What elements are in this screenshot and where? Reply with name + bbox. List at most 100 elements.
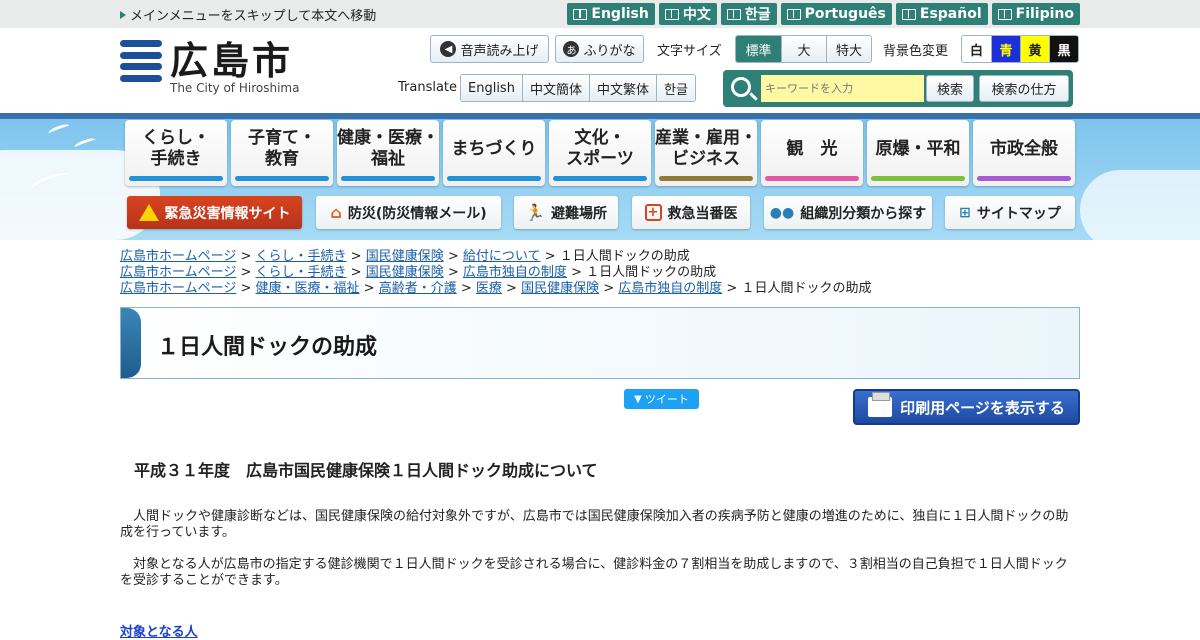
twitter-bird-icon: ▼ (634, 393, 642, 405)
breadcrumb-link[interactable]: 医療 (476, 281, 502, 296)
voice-label: 音声読み上げ (460, 43, 539, 59)
translate-english[interactable]: English (461, 75, 522, 101)
breadcrumb-link[interactable]: 広島市ホームページ (120, 281, 236, 296)
breadcrumb-link[interactable]: 高齢者・介護 (379, 281, 457, 296)
breadcrumb-link[interactable]: 広島市ホームページ (120, 265, 236, 280)
nav-color-bar (977, 176, 1071, 181)
speaker-icon: ◀ (440, 41, 457, 57)
nav-sangyo[interactable]: 産業・雇用・ ビジネス (655, 120, 757, 186)
soshiki-label: 組織別分類から探す (800, 205, 927, 222)
book-icon (573, 8, 588, 20)
printer-icon (868, 392, 893, 417)
nav-color-bar (765, 176, 859, 181)
translate-zh-simplified[interactable]: 中文簡体 (521, 75, 589, 101)
page-title: １日人間ドックの助成 (157, 335, 378, 360)
breadcrumb-current: １日人間ドックの助成 (559, 249, 690, 264)
breadcrumb-row: 広島市ホームページ > 健康・医療・福祉 > 高齢者・介護 > 医療 > 国民健… (120, 281, 872, 296)
breadcrumb-link[interactable]: 健康・医療・福祉 (256, 281, 360, 296)
font-size-label: 文字サイズ (657, 44, 722, 59)
bg-white[interactable]: 白 (962, 36, 991, 62)
font-size-large[interactable]: 大 (781, 36, 826, 62)
org-search-button[interactable]: ●● 組織別分類から探す (764, 196, 932, 229)
nav-color-bar (447, 176, 541, 181)
bousai-label: 防災(防災情報メール) (347, 205, 487, 222)
nav-heiwa[interactable]: 原爆・平和 (867, 120, 969, 186)
breadcrumb-link[interactable]: 広島市独自の制度 (618, 281, 722, 296)
site-logo[interactable]: 広島市 (120, 40, 293, 82)
furigana-button[interactable]: あふりがな (555, 35, 644, 63)
nav-color-bar (235, 176, 329, 181)
bg-black[interactable]: 黒 (1049, 36, 1078, 62)
translate-korean[interactable]: 한글 (655, 75, 695, 101)
lang-label: Filipino (1015, 6, 1074, 22)
print-page-button[interactable]: 印刷用ページを表示する (853, 389, 1080, 425)
nav-kurashi[interactable]: くらし・ 手続き (125, 120, 227, 186)
lang-filipino[interactable]: Filipino (991, 3, 1080, 25)
tweet-button[interactable]: ▼ ツイート (624, 389, 699, 409)
breadcrumb-link[interactable]: くらし・手続き (256, 265, 347, 280)
nav-label: 市政全般 (990, 138, 1058, 159)
breadcrumb-link[interactable]: くらし・手続き (256, 249, 347, 264)
nav-kanko[interactable]: 観 光 (761, 120, 863, 186)
skip-link-label: メインメニューをスキップして本文へ移動 (130, 9, 377, 24)
skip-link[interactable]: メインメニューをスキップして本文へ移動 (120, 5, 376, 24)
voice-readout-button[interactable]: ◀ 音声読み上げ (430, 35, 549, 63)
nav-machizukuri[interactable]: まちづくり (443, 120, 545, 186)
lang-spanish[interactable]: Español (895, 3, 988, 25)
nav-bunka[interactable]: 文化・ スポーツ (549, 120, 651, 186)
translate-selector: English 中文簡体 中文繁体 한글 (460, 74, 696, 102)
warning-icon (138, 204, 159, 221)
lang-portuguese[interactable]: Português (780, 3, 892, 25)
nav-kosodate[interactable]: 子育て・ 教育 (231, 120, 333, 186)
breadcrumb-link[interactable]: 国民健康保険 (521, 281, 599, 296)
hiragana-a-icon: あ (563, 41, 580, 57)
running-person-icon: 🏃 (525, 203, 545, 222)
book-icon (997, 8, 1012, 20)
translate-zh-traditional[interactable]: 中文繁体 (588, 75, 656, 101)
emergency-info-button[interactable]: 緊急災害情報サイト (127, 196, 302, 229)
sitemap-icon: ⊞ (959, 204, 971, 221)
search-button[interactable]: 検索 (926, 75, 974, 102)
evacuation-button[interactable]: 🏃 避難場所 (514, 196, 618, 229)
house-icon: ⌂ (330, 203, 342, 222)
search-help-button[interactable]: 検索の仕方 (979, 75, 1069, 102)
nav-kenko[interactable]: 健康・医療・ 福祉 (337, 120, 439, 186)
nav-color-bar (553, 176, 647, 181)
search-input[interactable] (761, 75, 924, 102)
print-label: 印刷用ページを表示する (900, 398, 1065, 417)
font-size-selector: 標準 大 特大 (735, 35, 872, 63)
breadcrumb-link[interactable]: 国民健康保険 (366, 265, 444, 280)
lang-chinese[interactable]: 中文 (658, 3, 717, 25)
breadcrumb-link[interactable]: 国民健康保険 (366, 249, 444, 264)
lang-korean[interactable]: 한글 (720, 3, 777, 25)
nav-label: 原爆・平和 (875, 138, 961, 159)
bg-blue[interactable]: 青 (991, 36, 1020, 62)
bg-color-selector: 白 青 黄 黒 (961, 35, 1079, 63)
section-heading: 平成３１年度 広島市国民健康保険１日人間ドック助成について (134, 461, 598, 480)
target-person-link[interactable]: 対象となる人 (120, 621, 198, 640)
sitemap-button[interactable]: ⊞ サイトマップ (945, 196, 1075, 229)
emergency-doctor-button[interactable]: + 救急当番医 (632, 196, 750, 229)
breadcrumb-link[interactable]: 広島市ホームページ (120, 249, 236, 264)
lang-label: English (591, 6, 649, 22)
nav-color-bar (341, 176, 435, 181)
detail-paragraph: 対象となる人が広島市の指定する健診機関で１日人間ドックを受診される場合に、健診料… (120, 557, 1068, 588)
lang-english[interactable]: English (567, 3, 655, 25)
breadcrumb-link[interactable]: 給付について (463, 249, 541, 264)
lang-label: Español (919, 6, 982, 22)
lang-label: Português (804, 6, 886, 22)
book-icon (726, 8, 741, 20)
logo-subtitle: The City of Hiroshima (170, 81, 300, 95)
intro-paragraph: 人間ドックや健康診断などは、国民健康保険の給付対象外ですが、広島市では国民健康保… (120, 509, 1069, 540)
font-size-xlarge[interactable]: 特大 (826, 36, 871, 62)
nav-label: 産業・雇用・ ビジネス (655, 128, 757, 169)
arrow-right-icon (120, 10, 126, 19)
nav-shisei[interactable]: 市政全般 (973, 120, 1075, 186)
bg-yellow[interactable]: 黄 (1020, 36, 1049, 62)
font-size-standard[interactable]: 標準 (736, 36, 781, 62)
bousai-button[interactable]: ⌂ 防災(防災情報メール) (316, 196, 501, 229)
book-icon (901, 8, 916, 20)
translate-label: Translate (398, 80, 458, 95)
breadcrumb-link[interactable]: 広島市独自の制度 (463, 265, 567, 280)
city-emblem-icon (120, 40, 162, 82)
